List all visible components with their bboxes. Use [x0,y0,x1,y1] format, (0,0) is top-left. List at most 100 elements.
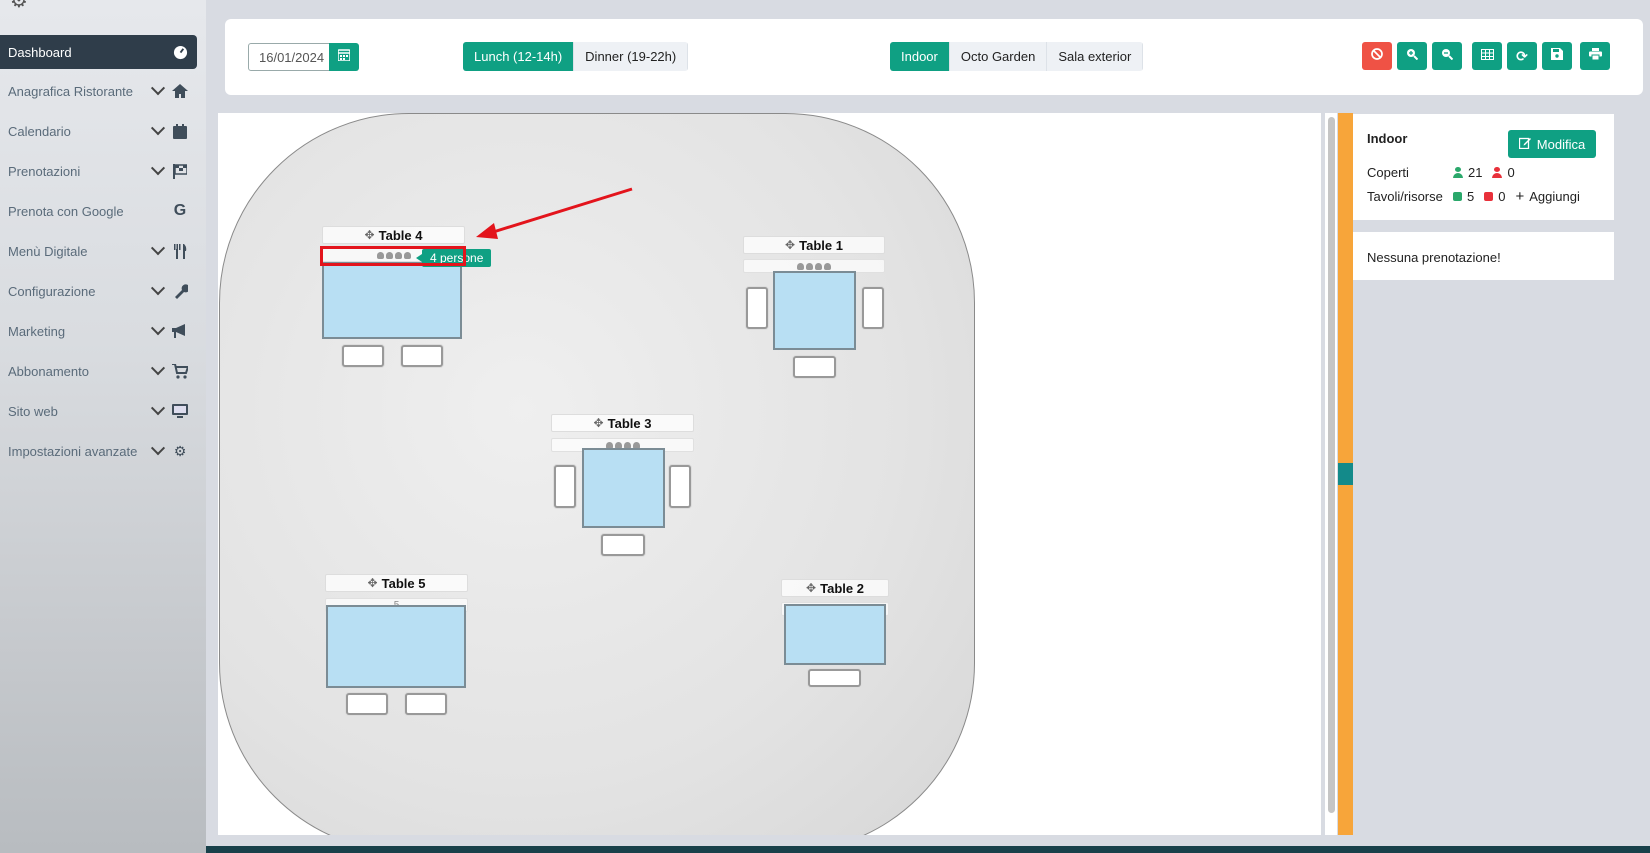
reservations-panel: Nessuna prenotazione! [1353,232,1614,280]
save-button[interactable] [1542,42,1572,70]
table-label[interactable]: ✥ Table 3 [551,414,694,432]
save-icon [1551,47,1563,65]
add-button-label: Aggiungi [1529,189,1580,204]
zoom-out-icon [1441,47,1454,65]
table-1[interactable] [773,271,856,350]
table-name: Table 5 [381,575,426,591]
google-icon: G [173,202,187,219]
sidebar-item-label: Menù Digitale [8,243,88,259]
sidebar-item-abbonamento[interactable]: Abbonamento [0,354,197,388]
table-5[interactable] [326,605,466,688]
gear-icon: ⚙ [10,0,28,12]
sidebar-item-label: Impostazioni avanzate [8,443,138,459]
chair [401,345,443,367]
sidebar-item-label: Dashboard [8,44,72,60]
table-3[interactable] [582,448,665,528]
table-label[interactable]: ✥ Table 1 [743,236,885,254]
chair [405,693,447,715]
sidebar-item-prenotazioni[interactable]: Prenotazioni [0,154,197,188]
sidebar-item-anagrafica[interactable]: Anagrafica Ristorante [0,74,197,108]
move-icon: ✥ [593,416,604,430]
sidebar-item-label: Anagrafica Ristorante [8,83,134,99]
tab-sala-exterior[interactable]: Sala exterior [1047,42,1144,71]
add-button[interactable]: + Aggiungi [1515,188,1579,205]
room-title: Indoor [1367,131,1408,146]
table-label[interactable]: ✥ Table 2 [781,579,889,597]
table-name: Table 2 [820,580,864,596]
footer-bar [206,846,1650,853]
grid-button[interactable] [1472,42,1502,70]
calendar-button[interactable] [329,43,359,71]
move-icon: ✥ [806,581,817,595]
zoom-out-button[interactable] [1432,42,1462,70]
sidebar-item-google[interactable]: Prenota con Google G [0,194,197,228]
chair [601,534,645,556]
print-icon [1588,47,1602,65]
utensils-icon [171,242,189,260]
chair [346,693,388,715]
zoom-in-button[interactable] [1397,42,1427,70]
edit-button[interactable]: Modifica [1508,130,1596,158]
person-icon [1492,167,1503,178]
tab-lunch[interactable]: Lunch (12-14h) [463,42,575,71]
tab-dinner[interactable]: Dinner (19-22h) [574,42,689,71]
edit-icon [1518,137,1531,152]
tab-octo-garden[interactable]: Octo Garden [949,42,1048,71]
coperti-count-red: 0 [1507,165,1515,180]
chevron-down-icon [150,121,166,136]
chair [554,465,576,508]
chevron-down-icon [150,441,166,456]
sidebar-item-marketing[interactable]: Marketing [0,314,197,348]
table-name: Table 4 [378,227,423,243]
move-icon: ✥ [785,238,796,252]
person-icon [1453,167,1463,178]
cart-icon [171,362,189,380]
sidebar-item-label: Calendario [8,123,71,139]
chair [793,356,836,378]
sidebar-item-label: Prenota con Google [8,203,124,219]
sidebar-item-dashboard[interactable]: Dashboard [0,35,197,69]
table-2[interactable] [784,604,886,665]
refresh-button[interactable]: ⟳ [1507,42,1537,70]
coperti-label: Coperti [1367,165,1409,180]
cancel-button[interactable] [1362,42,1392,70]
move-icon: ✥ [367,576,378,590]
service-toggle: Lunch (12-14h) Dinner (19-22h) [463,42,689,71]
tab-indoor[interactable]: Indoor [890,42,950,71]
checkered-flag-icon [171,162,189,180]
chair [862,287,884,329]
table-label[interactable]: ✥ Table 5 [325,574,468,592]
sidebar-item-label: Sito web [8,403,58,419]
timeline-marker[interactable] [1338,463,1353,485]
sidebar-item-label: Configurazione [8,283,96,299]
table-4[interactable] [322,262,462,339]
sidebar-item-configurazione[interactable]: Configurazione [0,274,197,308]
room-summary-panel: Indoor Modifica Coperti 21 0 Tavoli/riso… [1353,114,1614,220]
arrow-annotation [476,187,633,239]
table-icon [1480,47,1494,65]
tavoli-label: Tavoli/risorse [1367,189,1443,204]
chevron-down-icon [150,401,166,416]
dashboard-icon [171,43,189,61]
sidebar-item-label: Marketing [8,323,66,339]
chevron-down-icon [150,241,166,256]
scrollbar-thumb[interactable] [1328,117,1335,813]
cogs-icon: ⚙ [173,442,187,459]
chevron-down-icon [150,321,166,336]
sidebar: ⚙ Dashboard Anagrafica Ristorante Calend… [0,0,206,853]
coperti-row: Coperti 21 0 [1367,165,1525,180]
refresh-icon: ⟳ [1516,47,1528,64]
zoom-in-icon [1406,47,1419,65]
chevron-down-icon [150,81,166,96]
chair [669,465,691,508]
chevron-down-icon [150,281,166,296]
sidebar-item-impostazioni[interactable]: Impostazioni avanzate ⚙ [0,434,197,468]
edit-button-label: Modifica [1536,136,1586,152]
sidebar-item-sito-web[interactable]: Sito web [0,394,197,428]
tavoli-count: 5 [1467,189,1475,204]
sidebar-item-menu[interactable]: Menù Digitale [0,234,197,268]
sidebar-item-calendario[interactable]: Calendario [0,114,197,148]
date-input[interactable]: 16/01/2024 [248,43,330,71]
table-label[interactable]: ✥ Table 4 [322,226,465,244]
print-button[interactable] [1580,42,1610,70]
